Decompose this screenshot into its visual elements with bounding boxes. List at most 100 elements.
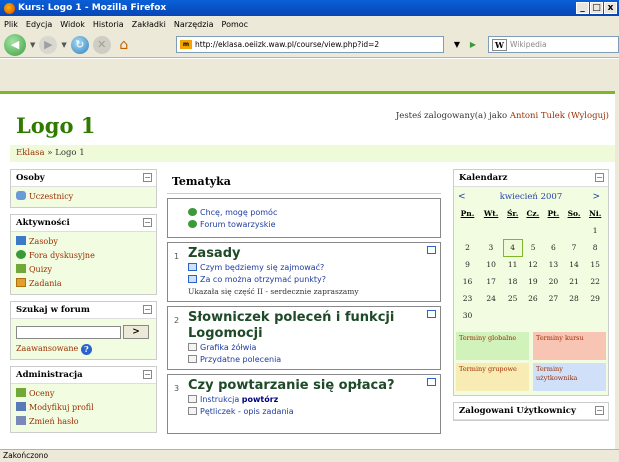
logout-link[interactable]: (Wyloguj)	[568, 111, 609, 121]
resource-link[interactable]: Instrukcja powtórz	[188, 394, 436, 406]
calendar-day[interactable]: 29	[585, 290, 606, 307]
topics-heading: Tematyka	[167, 169, 441, 194]
quiz-link[interactable]: Za co można otrzymać punkty?	[188, 274, 436, 286]
calendar-day[interactable]: 8	[585, 239, 606, 256]
legend-global-events[interactable]: Terminy globalne	[456, 332, 529, 360]
highlight-icon[interactable]	[427, 378, 436, 386]
menu-plik[interactable]: Plik	[4, 20, 18, 29]
collapse-icon[interactable]: −	[595, 173, 604, 182]
resource-link[interactable]: Grafika żółwia	[188, 342, 436, 354]
address-bar[interactable]: m http://eklasa.oeiizk.waw.pl/course/vie…	[176, 36, 444, 53]
forum-search-input[interactable]	[16, 325, 121, 339]
address-dropdown-icon[interactable]: ▼	[450, 38, 464, 51]
calendar-day[interactable]: 14	[563, 256, 585, 273]
calendar-day[interactable]: 9	[456, 256, 479, 273]
collapse-icon[interactable]: −	[143, 305, 152, 314]
forward-dropdown-icon[interactable]: ▼	[61, 41, 66, 49]
legend-course-events[interactable]: Terminy kursu	[533, 332, 606, 360]
quizzes-link[interactable]: Quizy	[16, 263, 151, 277]
highlight-icon[interactable]	[427, 310, 436, 318]
page-scrollbar[interactable]	[615, 91, 619, 449]
grades-link[interactable]: Oceny	[16, 387, 151, 401]
advanced-search-link[interactable]: Zaawansowane	[16, 344, 78, 353]
go-arrow-icon[interactable]: ▶	[466, 38, 480, 51]
back-dropdown-icon[interactable]: ▼	[30, 41, 35, 49]
home-icon[interactable]: ⌂	[115, 36, 133, 54]
calendar-day[interactable]: 18	[503, 273, 522, 290]
calendar-day[interactable]: 6	[544, 239, 564, 256]
calendar-month-link[interactable]: kwiecień 2007	[456, 190, 606, 205]
calendar-day[interactable]: 30	[456, 307, 479, 324]
calendar-day[interactable]: 2	[456, 239, 479, 256]
collapse-icon[interactable]: −	[143, 218, 152, 227]
close-button[interactable]: x	[604, 2, 617, 14]
highlight-icon[interactable]	[427, 246, 436, 254]
calendar-day[interactable]: 16	[456, 273, 479, 290]
menu-zakladki[interactable]: Zakładki	[132, 20, 166, 29]
collapse-icon[interactable]: −	[595, 406, 604, 415]
minimize-button[interactable]: _	[576, 2, 589, 14]
change-password-label: Zmień hasło	[29, 417, 79, 426]
calendar-day[interactable]: 7	[563, 239, 585, 256]
menu-pomoc[interactable]: Pomoc	[222, 20, 249, 29]
breadcrumb-root-link[interactable]: Eklasa	[16, 148, 45, 158]
help-icon[interactable]: ?	[80, 343, 92, 355]
stop-icon[interactable]: ✕	[92, 35, 111, 54]
resources-link[interactable]: Zasoby	[16, 235, 151, 249]
calendar-day[interactable]: 28	[563, 290, 585, 307]
calendar-day[interactable]: 19	[522, 273, 543, 290]
calendar-day[interactable]: 15	[585, 256, 606, 273]
calendar-day[interactable]: 26	[522, 290, 543, 307]
forum-link-social[interactable]: Forum towarzyskie	[188, 219, 436, 231]
calendar-day[interactable]: 10	[479, 256, 503, 273]
calendar-day[interactable]: 24	[479, 290, 503, 307]
calendar-day[interactable]: 20	[544, 273, 564, 290]
change-password-link[interactable]: Zmień hasło	[16, 415, 151, 429]
calendar-day[interactable]: 1	[585, 222, 606, 239]
calendar-day[interactable]: 11	[503, 256, 522, 273]
legend-user-events[interactable]: Terminy użytkownika	[533, 363, 606, 391]
menu-edycja[interactable]: Edycja	[26, 20, 52, 29]
calendar-day[interactable]: 4	[502, 238, 523, 257]
maximize-button[interactable]: □	[590, 2, 603, 14]
forums-link[interactable]: Fora dyskusyjne	[16, 249, 151, 263]
quiz-link[interactable]: Czym będziemy się zajmować?	[188, 262, 436, 274]
collapse-icon[interactable]: −	[143, 173, 152, 182]
calendar-day[interactable]: 13	[544, 256, 564, 273]
calendar-day[interactable]: 5	[522, 239, 543, 256]
assignments-link[interactable]: Zadania	[16, 277, 151, 291]
calendar-day[interactable]: 21	[563, 273, 585, 290]
back-arrow-icon[interactable]: ◀	[4, 33, 26, 56]
user-link[interactable]: Antoni Tulek	[510, 111, 565, 121]
forward-arrow-icon[interactable]: ▶	[39, 35, 58, 54]
calendar-day[interactable]: 3	[479, 239, 503, 256]
calendar-day[interactable]: 17	[479, 273, 503, 290]
calendar-day[interactable]: 25	[503, 290, 522, 307]
legend-group-events[interactable]: Terminy grupowe	[456, 363, 529, 391]
search-bar[interactable]: W Wikipedia	[488, 36, 619, 53]
calendar-prev-link[interactable]: <	[458, 190, 466, 205]
participants-link[interactable]: Uczestnicy	[16, 190, 151, 204]
calendar-day[interactable]: 23	[456, 290, 479, 307]
password-icon	[16, 416, 26, 425]
calendar-day[interactable]: 22	[585, 273, 606, 290]
topic-1-note: Ukazała się część II - serdecznie zapras…	[188, 287, 359, 296]
resource-link[interactable]: Przydatne polecenia	[188, 354, 436, 366]
menu-narzedzia[interactable]: Narzędzia	[174, 20, 214, 29]
calendar-day[interactable]: 27	[544, 290, 564, 307]
menu-historia[interactable]: Historia	[93, 20, 124, 29]
wikipedia-engine-icon[interactable]: W	[492, 38, 507, 51]
calendar-week: 30	[456, 307, 606, 324]
quiz-link-label: Czym będziemy się zajmować?	[200, 263, 325, 272]
calendar-day[interactable]: 12	[522, 256, 543, 273]
calendar-next-link[interactable]: >	[592, 190, 600, 205]
reload-icon[interactable]: ↻	[70, 35, 89, 54]
forum-link-help[interactable]: Chcę, mogę pomóc	[188, 207, 436, 219]
menu-widok[interactable]: Widok	[60, 20, 85, 29]
resource-link[interactable]: Pętliczek - opis zadania	[188, 406, 436, 418]
people-block-body: Uczestnicy	[11, 187, 156, 207]
edit-profile-link[interactable]: Modyfikuj profil	[16, 401, 151, 415]
online-users-title: Zalogowani Użytkownicy	[459, 406, 576, 416]
forum-search-button[interactable]: >	[123, 325, 149, 339]
collapse-icon[interactable]: −	[143, 370, 152, 379]
